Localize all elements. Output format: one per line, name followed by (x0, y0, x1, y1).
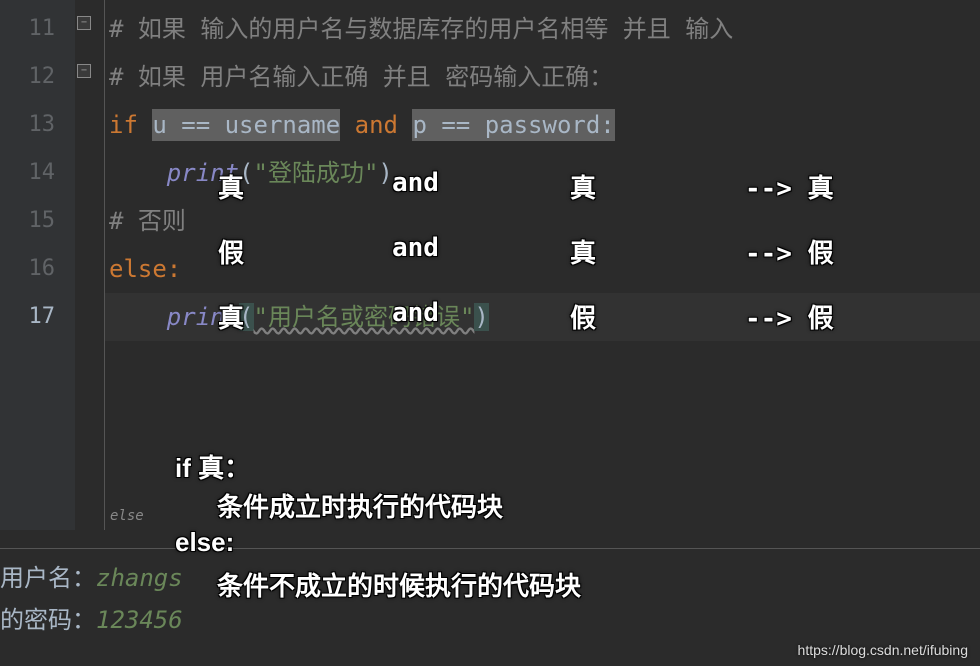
annotation-true: 真 (570, 168, 596, 205)
comment-text: # 否则 (109, 207, 186, 235)
string-literal: "登陆成功" (254, 159, 379, 187)
string-literal: "用户名或密码错误" (254, 303, 475, 331)
close-paren: ) (474, 303, 488, 331)
terminal-line: 的密码：123456 (0, 599, 980, 641)
annotation-explain: 条件成立时执行的代码块 (217, 487, 503, 524)
annotation-true: 真 (218, 298, 244, 335)
annotation-and: and (392, 298, 439, 328)
line-number: 12 (0, 53, 75, 101)
prompt-label: 用户名： (0, 564, 96, 592)
annotation-if: if 真： (175, 448, 250, 485)
close-paren: ) (378, 159, 392, 187)
code-line-13: if u == username and p == password: (105, 101, 980, 149)
line-number: 17 (0, 293, 75, 341)
fold-marker-icon[interactable]: − (77, 64, 91, 78)
line-number: 13 (0, 101, 75, 149)
and-keyword: and (340, 111, 412, 139)
annotation-and: and (392, 233, 439, 263)
prompt-label: 的密码： (0, 606, 96, 634)
user-input: zhangs (96, 564, 183, 592)
user-input: 123456 (96, 606, 183, 634)
comment-text: # 如果 用户名输入正确 并且 密码输入正确： (109, 63, 613, 91)
annotation-explain: 条件不成立的时候执行的代码块 (217, 566, 581, 603)
annotation-false: 假 (218, 233, 244, 270)
annotation-result: --> 假 (745, 233, 834, 270)
comment-text: # 如果 输入的用户名与数据库存的用户名相等 并且 输入 (109, 15, 733, 43)
fold-column: − − (75, 0, 105, 530)
line-number: 11 (0, 5, 75, 53)
annotation-result: --> 真 (745, 168, 834, 205)
line-gutter: 11 12 13 14 15 16 17 (0, 0, 75, 530)
else-keyword: else: (109, 255, 181, 283)
annotation-result: --> 假 (745, 298, 834, 335)
line-number: 14 (0, 149, 75, 197)
line-number: 15 (0, 197, 75, 245)
selection-highlight: p == password: (412, 109, 614, 141)
code-line-11: # 如果 输入的用户名与数据库存的用户名相等 并且 输入 (105, 5, 980, 53)
annotation-false: 假 (570, 298, 596, 335)
fold-marker-icon[interactable]: − (77, 16, 91, 30)
annotation-else: else: (175, 527, 234, 558)
line-number: 16 (0, 245, 75, 293)
selection-highlight: u == username (152, 109, 340, 141)
annotation-true: 真 (218, 168, 244, 205)
annotation-and: and (392, 168, 439, 198)
watermark-text: https://blog.csdn.net/ifubing (798, 642, 968, 658)
fold-label-else: else (110, 508, 144, 524)
if-keyword: if (109, 111, 152, 139)
annotation-true: 真 (570, 233, 596, 270)
code-line-12: # 如果 用户名输入正确 并且 密码输入正确： (105, 53, 980, 101)
